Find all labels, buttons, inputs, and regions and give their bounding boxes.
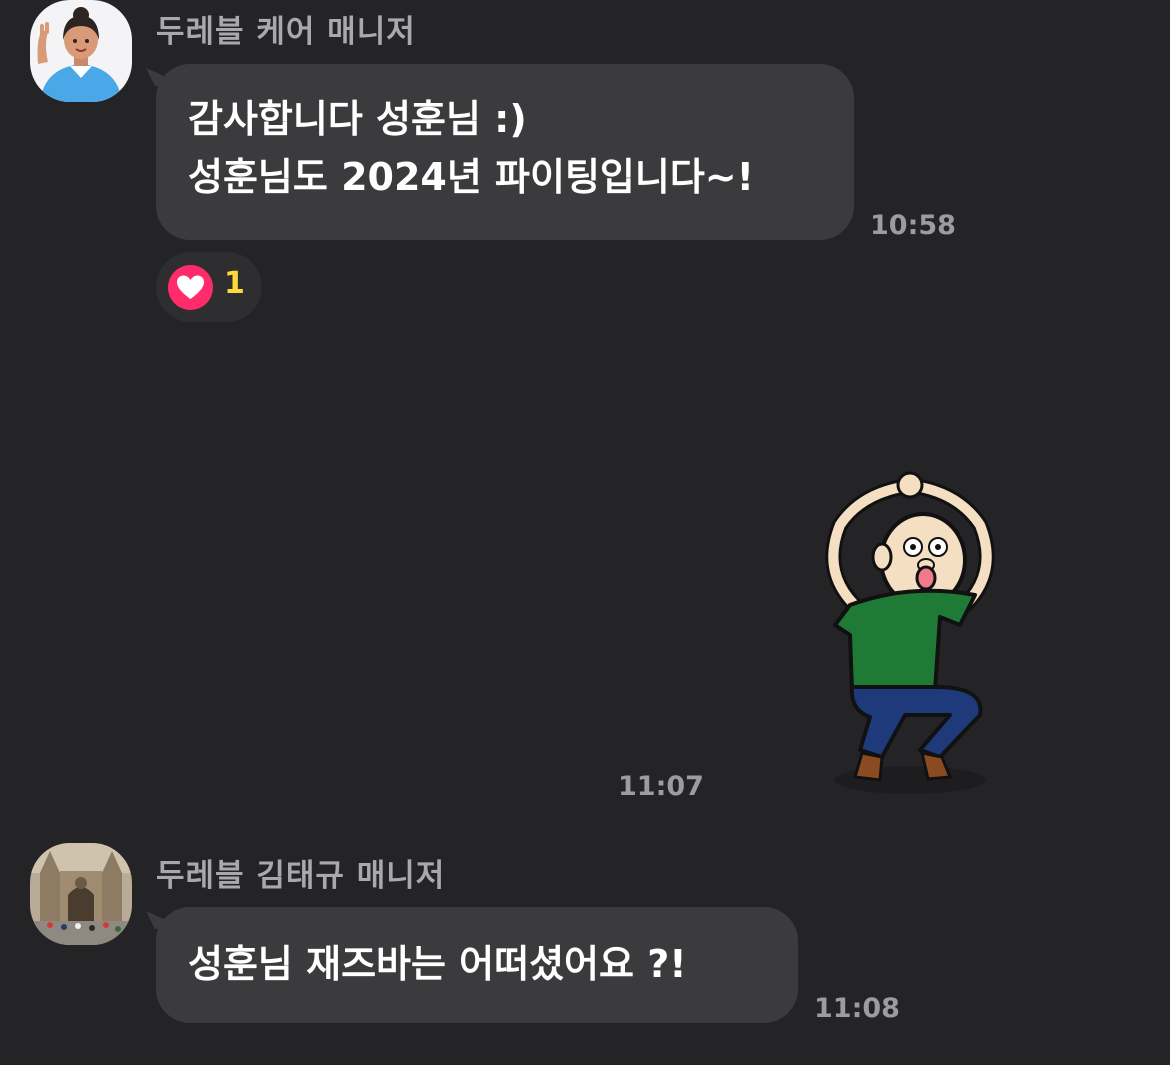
- message-text: 감사합니다 성훈님 :): [188, 97, 527, 141]
- sender-name: 두레블 김태규 매니저: [156, 858, 446, 894]
- message-time: 11:07: [618, 771, 704, 802]
- message-text: 성훈님 재즈바는 어떠셨어요 ?!: [188, 942, 687, 986]
- sender-avatar[interactable]: [30, 0, 132, 102]
- sender-name: 두레블 케어 매니저: [156, 14, 416, 50]
- message-bubble[interactable]: 성훈님 재즈바는 어떠셨어요 ?!: [156, 907, 798, 1023]
- message-text: 성훈님도 2024년 파이팅입니다~!: [188, 155, 754, 199]
- reaction-count: 1: [224, 266, 245, 301]
- sender-avatar[interactable]: [30, 843, 132, 945]
- chat-window: 두레블 케어 매니저 감사합니다 성훈님 :) 성훈님도 2024년 파이팅입니…: [0, 0, 1170, 1065]
- reaction-badge[interactable]: 1: [156, 252, 262, 322]
- woman-avatar-icon: [30, 0, 132, 102]
- cathedral-photo-avatar-icon: [30, 843, 132, 945]
- message-bubble[interactable]: 감사합니다 성훈님 :) 성훈님도 2024년 파이팅입니다~!: [156, 64, 854, 240]
- dancing-man-sticker-icon[interactable]: [810, 465, 1010, 805]
- message-time: 10:58: [870, 210, 956, 241]
- heart-icon: [168, 265, 213, 310]
- message-time: 11:08: [814, 993, 900, 1024]
